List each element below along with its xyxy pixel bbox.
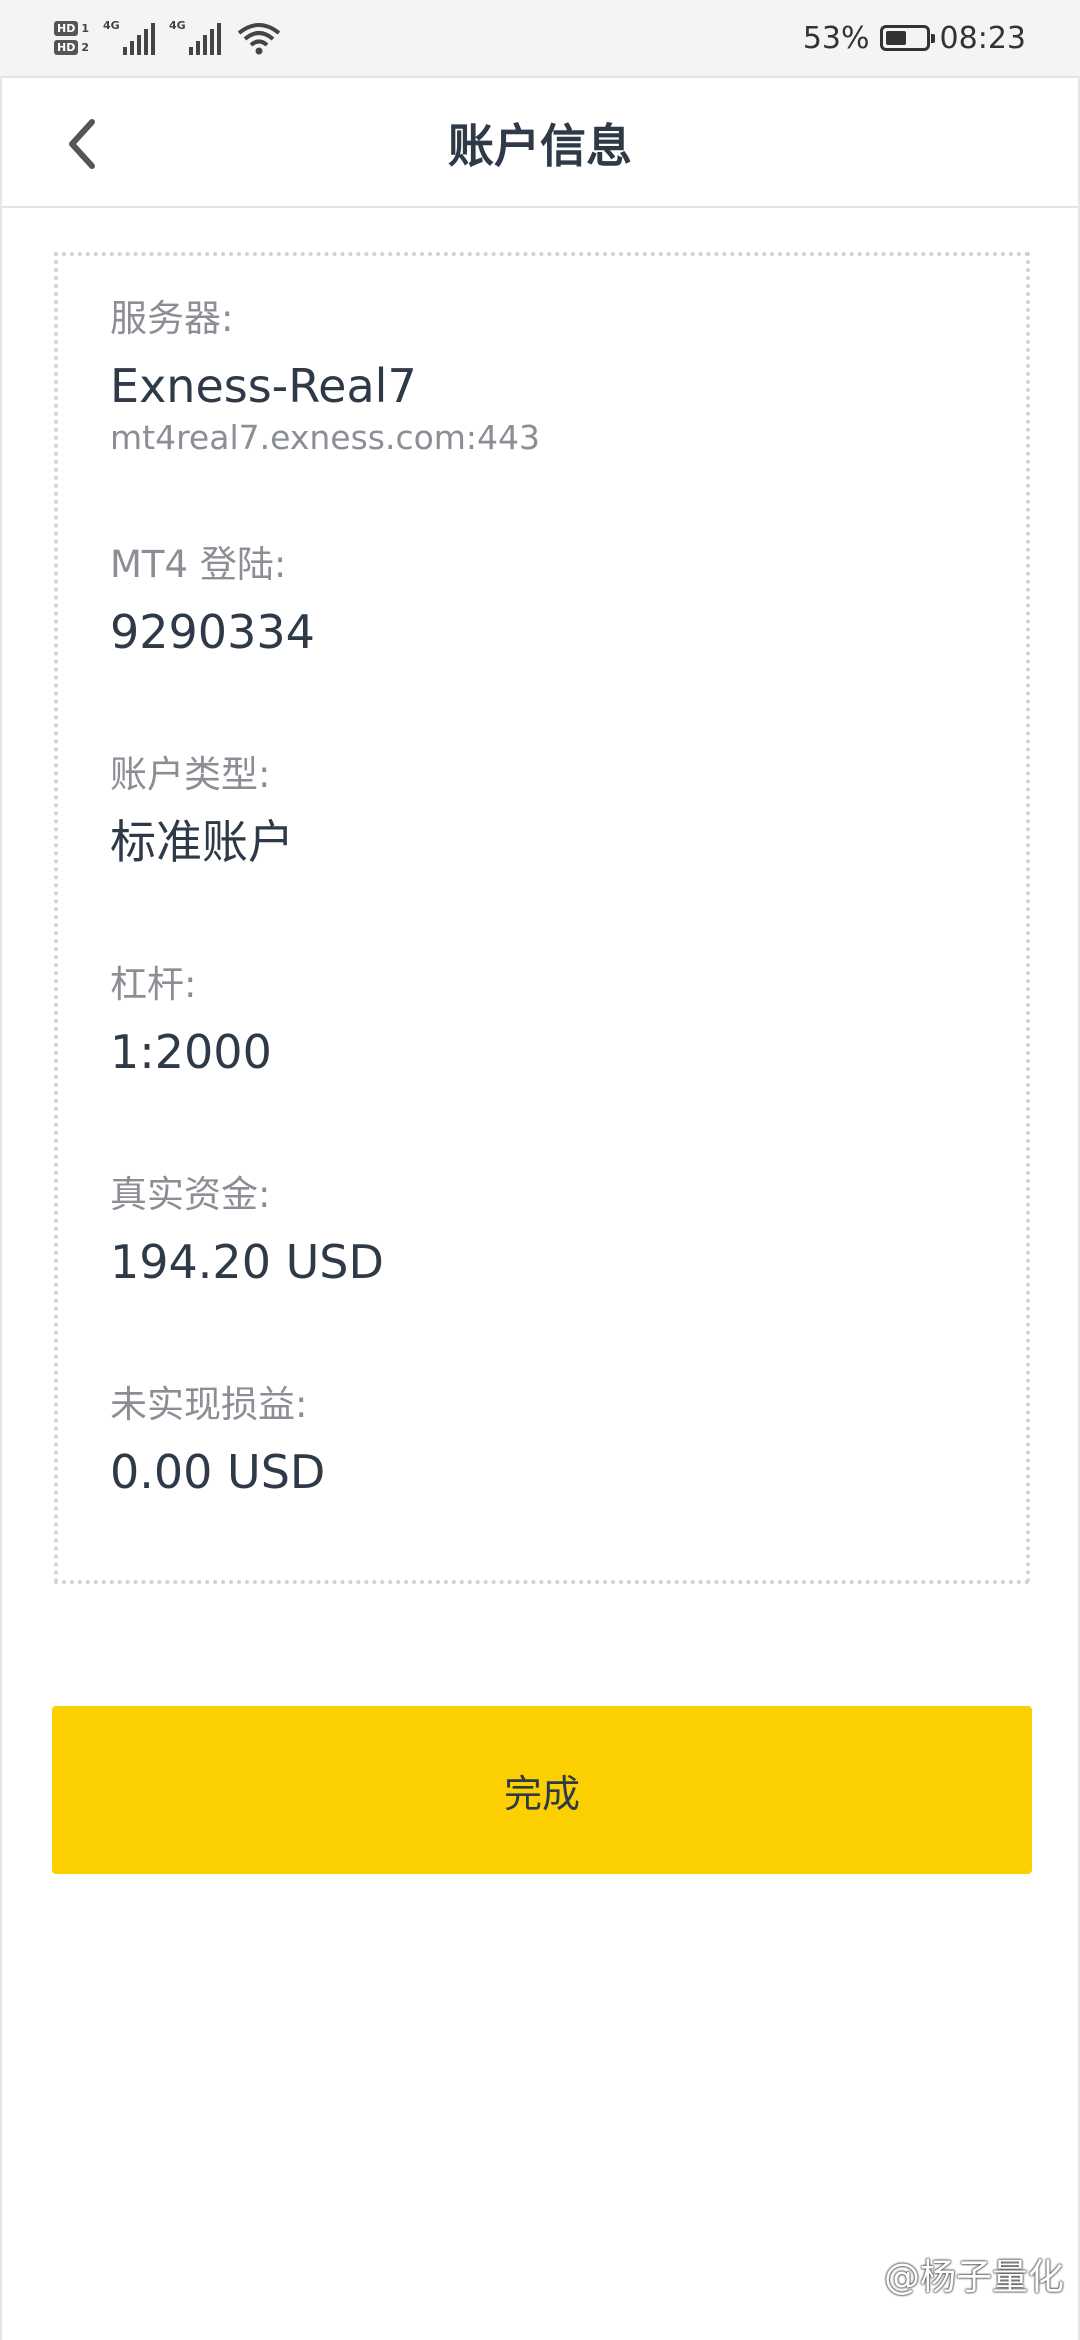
signal-icon: 4G	[169, 19, 221, 55]
status-bar: HD 1 HD 2 4G 4G 53% 08:23	[0, 0, 1080, 76]
equity-field: 真实资金: 194.20 USD	[110, 1172, 384, 1292]
status-right: 53% 08:23	[803, 12, 1026, 64]
login-value: 9290334	[110, 605, 315, 659]
unrealized-pnl-label: 未实现损益:	[110, 1383, 308, 1426]
account-info-card: 服务器: Exness-Real7 mt4real7.exness.com:44…	[54, 252, 1030, 1584]
battery-percent: 53%	[802, 20, 870, 56]
hd-icon: HD	[54, 40, 79, 55]
sim2-indicator: HD 2	[54, 40, 89, 55]
hd-icon: HD	[54, 21, 79, 36]
equity-label: 真实资金:	[110, 1173, 271, 1216]
network-type-1: 4G	[103, 19, 120, 32]
server-address: mt4real7.exness.com:443	[110, 418, 541, 457]
status-left: HD 1 HD 2 4G 4G	[54, 12, 281, 64]
signal-bars	[123, 23, 155, 55]
wifi-icon	[237, 23, 281, 55]
watermark-text: @杨子量化	[883, 2257, 1064, 2298]
top-bar: 账户信息	[2, 76, 1078, 208]
app-frame: 账户信息 服务器: Exness-Real7 mt4real7.exness.c…	[0, 76, 1080, 2340]
battery-icon	[879, 25, 935, 51]
watermark: @杨子量化	[844, 2248, 1064, 2300]
signal-bars	[189, 23, 221, 55]
account-type-label: 账户类型:	[110, 753, 271, 796]
login-label: MT4 登陆:	[110, 543, 287, 586]
sim-indicators: HD 1 HD 2	[54, 21, 89, 55]
battery-level	[885, 31, 906, 45]
account-type-field: 账户类型: 标准账户	[110, 752, 294, 872]
server-label: 服务器:	[110, 297, 234, 340]
leverage-label: 杠杆:	[110, 963, 197, 1006]
unrealized-pnl-value: 0.00 USD	[110, 1445, 326, 1499]
network-type-2: 4G	[169, 19, 186, 32]
sim2-number: 2	[81, 41, 89, 54]
server-field: 服务器: Exness-Real7 mt4real7.exness.com:44…	[110, 296, 540, 458]
login-field: MT4 登陆: 9290334	[110, 542, 315, 662]
equity-value: 194.20 USD	[110, 1235, 384, 1289]
server-value: Exness-Real7	[110, 359, 417, 413]
leverage-value: 1:2000	[110, 1025, 272, 1079]
weibo-logo-icon	[847, 2261, 877, 2287]
page-title: 账户信息	[448, 119, 632, 173]
done-button[interactable]: 完成	[52, 1706, 1032, 1874]
leverage-field: 杠杆: 1:2000	[110, 962, 272, 1082]
unrealized-pnl-field: 未实现损益: 0.00 USD	[110, 1382, 325, 1502]
account-type-value: 标准账户	[110, 815, 294, 869]
clock: 08:23	[939, 20, 1026, 56]
sim1-number: 1	[81, 22, 89, 35]
signal-icon: 4G	[103, 19, 155, 55]
sim1-indicator: HD 1	[54, 21, 89, 36]
